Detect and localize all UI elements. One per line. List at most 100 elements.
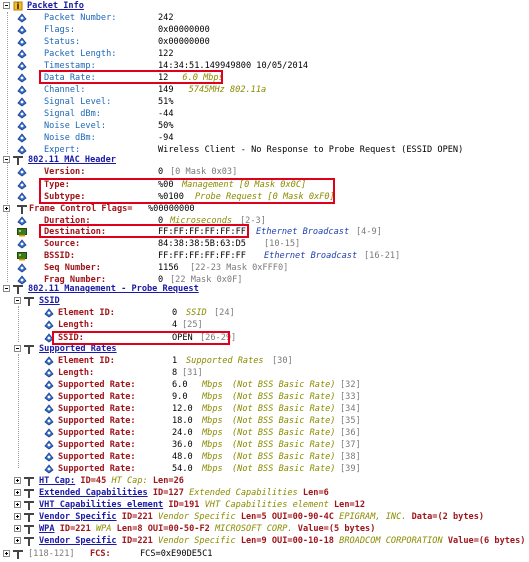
tree-field-row[interactable]: Supported Rate: 54.0 Mbps (Not BSS Basic Ra… [0, 463, 529, 475]
element-link[interactable]: HT Cap: [39, 476, 75, 486]
tree-field-row[interactable]: Subtype: %0100 Probe Request [0 Mask 0xF0] [0, 191, 529, 203]
expand-toggle[interactable] [14, 537, 21, 544]
tree-field-row[interactable]: Packet Number: 242 [0, 12, 529, 24]
section-title[interactable]: SSID [39, 295, 60, 307]
element-summary: Vendor Specific ID=221 Vendor Specific L… [39, 511, 484, 523]
tree-field-row[interactable]: Supported Rate: 18.0 Mbps (Not BSS Basic Ra… [0, 415, 529, 427]
mac-header-section[interactable]: 802.11 MAC Header [0, 154, 529, 166]
tree-field-row[interactable]: Seq Number: 1156 [22-23 Mask 0xFFF0] [0, 262, 529, 274]
collapse-toggle[interactable] [3, 156, 10, 163]
tree-field-row[interactable]: Supported Rate: 9.0 Mbps (Not BSS Basic Rat… [0, 391, 529, 403]
rate-note: (Not BSS Basic Rate) [232, 416, 336, 426]
tree-field-row[interactable]: Frame Control Flags= %00000000 [0, 203, 529, 215]
tree-field-row[interactable]: Noise dBm: -94 [0, 132, 529, 144]
field-label: Frame Control Flags= [29, 204, 133, 214]
collapse-toggle[interactable] [3, 285, 10, 292]
expand-toggle[interactable] [3, 205, 10, 212]
byte-range: [30] [272, 356, 293, 366]
rate-unit: Mbps [202, 428, 223, 438]
tree-field-row[interactable]: Source: 84:38:38:5B:63:D5 [10-15] [0, 238, 529, 250]
element-link[interactable]: Vendor Specific [39, 512, 117, 522]
field-label: Packet Length: [44, 49, 117, 59]
field-value: FCS=0xE90DE5C1 [140, 549, 213, 559]
section-title[interactable]: Packet Info [27, 0, 84, 12]
element-link[interactable]: VHT Capabilities element [39, 500, 163, 510]
field-value: 0x00000000 [158, 37, 210, 47]
byte-range: [10-15] [264, 239, 301, 249]
expand-toggle[interactable] [14, 513, 21, 520]
tree-field-row[interactable]: Data Rate: 12 6.0 Mbps [0, 72, 529, 84]
expand-toggle[interactable] [14, 501, 21, 508]
collapsed-element-row[interactable]: Vendor Specific ID=221 Vendor Specific L… [0, 511, 529, 523]
field-label: Type: [44, 180, 70, 190]
tree-field-row[interactable]: Packet Length: 122 [0, 48, 529, 60]
element-summary: VHT Capabilities element ID=191 VHT Capa… [39, 499, 365, 511]
ssid-section[interactable]: SSID [0, 295, 529, 307]
mgmt-section[interactable]: 802.11 Management - Probe Request [0, 283, 529, 295]
tree-field-row[interactable]: Version: 0 [0 Mask 0x03] [0, 166, 529, 178]
element-name: VHT Capabilities element [204, 500, 329, 510]
section-title[interactable]: 802.11 Management - Probe Request [28, 283, 199, 295]
tree-field-row[interactable]: Supported Rate: 12.0 Mbps (Not BSS Basic Ra… [0, 403, 529, 415]
element-name: WPA [95, 524, 112, 534]
collapsed-element-row[interactable]: Extended Capabilities ID=127 Extended Ca… [0, 487, 529, 499]
element-link[interactable]: Vendor Specific [39, 536, 117, 546]
tree-field-row[interactable]: Flags: 0x00000000 [0, 24, 529, 36]
collapse-toggle[interactable] [14, 345, 21, 352]
expand-toggle[interactable] [14, 489, 21, 496]
tree-field-row[interactable]: BSSID: FF:FF:FF:FF:FF:FF Ethernet Broadcas… [0, 250, 529, 262]
tree-field-row[interactable]: Channel: 149 5745MHz 802.11a [0, 84, 529, 96]
field-value: 50% [158, 121, 174, 131]
collapsed-element-row[interactable]: HT Cap: ID=45 HT Cap: Len=26 [0, 475, 529, 487]
field-icon [44, 452, 54, 462]
field-icon [44, 320, 54, 330]
tree-field-row[interactable]: Element ID: 0 SSID [24] [0, 307, 529, 319]
tree-field-row[interactable]: Type: %00 Management [0 Mask 0x0C] [0, 179, 529, 191]
expand-toggle[interactable] [14, 477, 21, 484]
tree-field-row[interactable]: Length: 4 [25] [0, 319, 529, 331]
collapse-toggle[interactable] [14, 297, 21, 304]
field-icon [17, 263, 27, 273]
packet-info-header[interactable]: Packet Info [0, 0, 529, 12]
element-link[interactable]: Extended Capabilities [39, 488, 148, 498]
tree-field-row[interactable]: Timestamp: 14:34:51.149949800 10/05/2014 [0, 60, 529, 72]
element-id: ID=45 [80, 476, 107, 486]
tree-field-row[interactable]: Supported Rate: 36.0 Mbps (Not BSS Basic Ra… [0, 439, 529, 451]
tree-field-row[interactable]: Supported Rate: 48.0 Mbps (Not BSS Basic Ra… [0, 451, 529, 463]
collapsed-element-row[interactable]: Vendor Specific ID=221 Vendor Specific L… [0, 535, 529, 547]
byte-range: [118-121] [28, 549, 75, 559]
field-label: Supported Rate: [58, 428, 136, 438]
tree-field-row[interactable]: Signal dBm: -44 [0, 108, 529, 120]
fcs-row[interactable]: [118-121] FCS: FCS=0xE90DE5C1 [0, 548, 529, 560]
tree-field-row[interactable]: Destination: FF:FF:FF:FF:FF:FF Ethernet Br… [0, 226, 529, 238]
tree-field-row[interactable]: Element ID: 1 Supported Rates [30] [0, 355, 529, 367]
field-icon [44, 440, 54, 450]
field-value: 9.0 [172, 392, 188, 402]
tree-field-row[interactable]: Noise Level: 50% [0, 120, 529, 132]
collapse-toggle[interactable] [3, 2, 10, 9]
expand-toggle[interactable] [3, 550, 10, 557]
rate-note: (Not BSS Basic Rate) [232, 464, 336, 474]
tree-field-row[interactable]: Status: 0x00000000 [0, 36, 529, 48]
tree-field-row[interactable]: Supported Rate: 24.0 Mbps (Not BSS Basic Ra… [0, 427, 529, 439]
collapsed-element-row[interactable]: VHT Capabilities element ID=191 VHT Capa… [0, 499, 529, 511]
field-value: 51% [158, 97, 174, 107]
element-detail: Len=8 OUI=00-50-F2 [116, 524, 210, 534]
field-label: Element ID: [58, 356, 115, 366]
section-title[interactable]: Supported Rates [39, 343, 117, 355]
field-annotation: Ethernet Broadcast [264, 251, 358, 261]
rate-note: (Not BSS Basic Rate) [232, 452, 336, 462]
byte-range: [34] [340, 404, 361, 414]
tree-field-row[interactable]: Signal Level: 51% [0, 96, 529, 108]
field-icon [17, 192, 27, 202]
collapsed-element-row[interactable]: WPA ID=221 WPA Len=8 OUI=00-50-F2 MICROS… [0, 523, 529, 535]
rates-section[interactable]: Supported Rates [0, 343, 529, 355]
expand-toggle[interactable] [14, 525, 21, 532]
field-icon [44, 356, 54, 366]
section-title[interactable]: 802.11 MAC Header [28, 154, 116, 166]
tree-field-row[interactable]: Length: 8 [31] [0, 367, 529, 379]
element-link[interactable]: WPA [39, 524, 55, 534]
field-label: Version: [44, 167, 86, 177]
tree-field-row[interactable]: Supported Rate: 6.0 Mbps (Not BSS Basic Rat… [0, 379, 529, 391]
element-data: Value=(6 bytes) [447, 536, 526, 546]
